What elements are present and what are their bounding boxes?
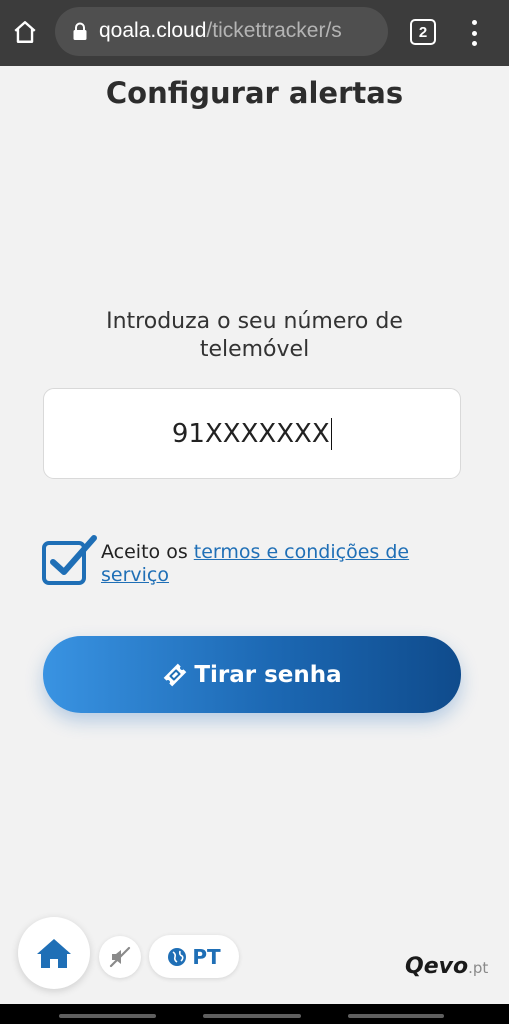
- nav-recent-button[interactable]: [59, 1014, 156, 1018]
- phone-number-value: 91XXXXXXX: [171, 418, 330, 449]
- browser-toolbar: qoala.cloud/tickettracker/s 2: [0, 0, 509, 66]
- tab-switcher-button[interactable]: 2: [410, 19, 436, 45]
- lock-icon: [73, 22, 87, 40]
- brand-logo: Qevo.pt: [405, 954, 488, 979]
- terms-prefix: Aceito os: [101, 541, 194, 563]
- more-vert-icon[interactable]: [462, 18, 486, 48]
- home-icon: [37, 939, 71, 968]
- url-text: qoala.cloud/tickettracker/s: [99, 19, 379, 43]
- terms-checkbox[interactable]: [41, 533, 99, 587]
- phone-number-input[interactable]: 91XXXXXXX: [43, 388, 461, 479]
- nav-back-button[interactable]: [348, 1014, 444, 1018]
- nav-home-button[interactable]: [203, 1014, 301, 1018]
- home-button[interactable]: [18, 917, 90, 989]
- brand-tld: .pt: [468, 959, 489, 977]
- checkbox-checked-icon: [42, 535, 97, 585]
- address-bar[interactable]: qoala.cloud/tickettracker/s: [55, 7, 388, 56]
- home-icon[interactable]: [8, 14, 42, 50]
- language-label: PT: [192, 944, 221, 969]
- get-ticket-label: Tirar senha: [194, 661, 342, 688]
- url-domain: qoala.cloud: [99, 19, 207, 42]
- mute-button[interactable]: [99, 936, 141, 978]
- ticket-icon: [164, 663, 187, 686]
- globe-icon: [168, 947, 187, 966]
- brand-name: Qevo: [405, 954, 469, 979]
- text-caret: [330, 417, 333, 450]
- phone-prompt: Introduza o seu número de telemóvel: [106, 309, 403, 362]
- volume-off-icon: [109, 946, 131, 968]
- page-title: Configurar alertas: [105, 76, 404, 110]
- url-path: /tickettracker/s: [206, 19, 342, 42]
- language-selector[interactable]: PT: [149, 935, 239, 978]
- get-ticket-button[interactable]: Tirar senha: [43, 636, 461, 713]
- terms-label: Aceito os termos e condições de serviço: [101, 541, 441, 587]
